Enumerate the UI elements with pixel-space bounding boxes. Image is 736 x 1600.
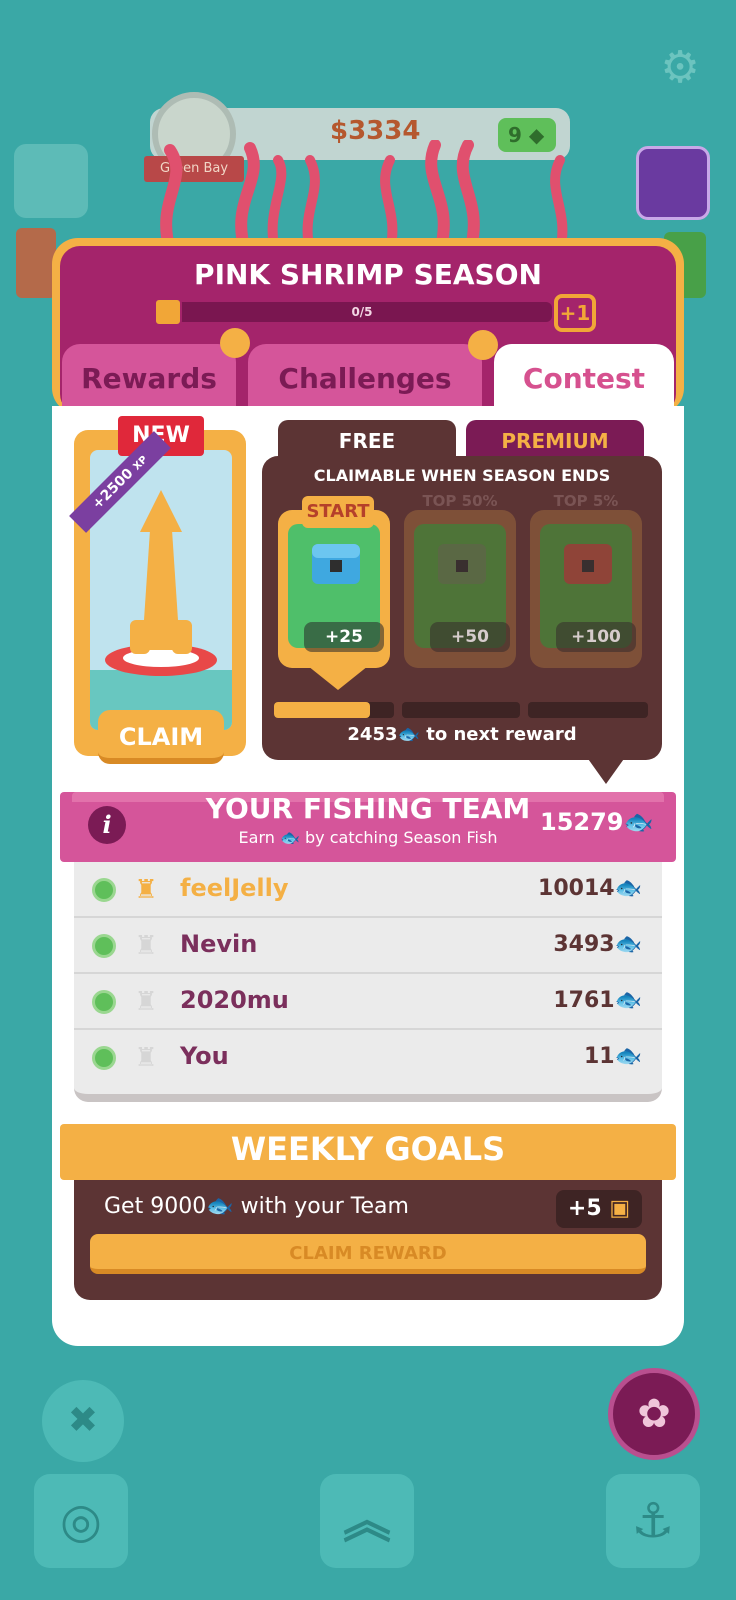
player-score-value: 11 bbox=[583, 1044, 615, 1069]
tier-label-start: START bbox=[302, 496, 374, 528]
shrimp-tentacles-decoration bbox=[160, 140, 568, 250]
tier-chest-top50[interactable]: +50 bbox=[404, 510, 516, 668]
fish-icon: 🐟 bbox=[614, 932, 642, 957]
tier-amount-top5: +100 bbox=[556, 622, 636, 652]
tier-label-top50: TOP 50% bbox=[422, 492, 498, 510]
team-total: 15279🐟 bbox=[540, 808, 653, 836]
fish-icon: 🐟 bbox=[614, 1044, 642, 1069]
tier-amount-top50: +50 bbox=[430, 622, 510, 652]
online-status-icon bbox=[92, 878, 116, 902]
chest-red-icon: +100 bbox=[540, 524, 636, 652]
season-progress-text: 0/5 bbox=[351, 305, 373, 319]
goal-description: Get 9000🐟 with your Team bbox=[104, 1194, 409, 1219]
claimable-text: CLAIMABLE WHEN SEASON ENDS bbox=[313, 466, 611, 485]
fish-icon: 🐟 bbox=[206, 1194, 234, 1219]
player-name: 2020mu bbox=[180, 986, 289, 1014]
chest-blue-icon: +25 bbox=[288, 524, 384, 652]
online-status-icon bbox=[92, 934, 116, 958]
season-title: PINK SHRIMP SEASON bbox=[194, 258, 542, 291]
fish-icon: 🐟 bbox=[623, 808, 654, 836]
next-reward-value: 2453 bbox=[347, 724, 398, 745]
online-status-icon bbox=[92, 1046, 116, 1070]
season-badge-icon[interactable]: ✿ bbox=[608, 1368, 700, 1460]
xp-unit: XP bbox=[131, 454, 150, 473]
claim-button[interactable]: CLAIM bbox=[98, 710, 224, 764]
team-row[interactable]: ♜ feelJelly 10014🐟 bbox=[74, 862, 662, 918]
player-score: 3493🐟 bbox=[553, 932, 642, 957]
season-bonus-badge: +1 bbox=[554, 294, 596, 332]
tab-rewards-notification-dot bbox=[220, 328, 250, 358]
tier-label-top5: TOP 5% bbox=[553, 492, 619, 510]
team-member-list: ♜ feelJelly 10014🐟 ♜ Nevin 3493🐟 ♜ 2020m… bbox=[74, 862, 662, 1102]
tab-challenges-notification-dot bbox=[468, 330, 498, 360]
fish-icon: 🐟 bbox=[614, 988, 642, 1013]
season-token-icon: ▣ bbox=[609, 1196, 631, 1221]
team-subtitle: Earn 🐟 by catching Season Fish bbox=[190, 828, 546, 847]
tab-rewards[interactable]: Rewards bbox=[62, 344, 236, 414]
tier-progress-fill bbox=[274, 702, 370, 718]
rank-lighthouse-icon: ♜ bbox=[134, 1043, 158, 1073]
season-token-icon bbox=[154, 298, 182, 326]
player-score: 10014🐟 bbox=[538, 876, 642, 901]
player-score-value: 10014 bbox=[538, 876, 615, 901]
rank-lighthouse-icon: ♜ bbox=[134, 931, 158, 961]
tier-progress-bar-2 bbox=[402, 702, 520, 718]
online-status-icon bbox=[92, 990, 116, 1014]
weekly-goals-title: WEEKLY GOALS bbox=[230, 1130, 506, 1168]
rank-lighthouse-icon: ♜ bbox=[134, 987, 158, 1017]
team-subtitle-prefix: Earn bbox=[238, 828, 275, 847]
player-name: You bbox=[180, 1042, 229, 1070]
tier-chest-top5[interactable]: +100 bbox=[530, 510, 642, 668]
player-score: 1761🐟 bbox=[553, 988, 642, 1013]
map-icon[interactable]: ✖ bbox=[42, 1380, 124, 1462]
team-total-value: 15279 bbox=[540, 808, 624, 836]
team-title: YOUR FISHING TEAM bbox=[205, 792, 531, 825]
team-row[interactable]: ♜ 2020mu 1761🐟 bbox=[74, 974, 662, 1030]
goal-suffix: with your Team bbox=[240, 1194, 409, 1219]
goal-reward-badge: +5 ▣ bbox=[556, 1190, 642, 1228]
captain-icon[interactable] bbox=[14, 144, 88, 218]
tier-amount-start: +25 bbox=[304, 622, 384, 652]
chest-green-icon: +50 bbox=[414, 524, 510, 652]
fish-icon: 🐟 bbox=[614, 876, 642, 901]
team-row[interactable]: ♜ You 11🐟 bbox=[74, 1030, 662, 1086]
tab-contest[interactable]: Contest bbox=[494, 344, 674, 414]
upgrade-chevrons-icon[interactable]: ︽ bbox=[320, 1474, 414, 1568]
settings-gear-icon[interactable]: ⚙ bbox=[656, 44, 704, 92]
goal-reward-value: +5 bbox=[567, 1196, 602, 1221]
player-score-value: 1761 bbox=[553, 988, 615, 1013]
compass-icon[interactable]: ◎ bbox=[34, 1474, 128, 1568]
fish-icon: 🐟 bbox=[279, 828, 300, 847]
goal-prefix: Get 9000 bbox=[104, 1194, 207, 1219]
tab-challenges[interactable]: Challenges bbox=[248, 344, 482, 414]
rank-lighthouse-icon: ♜ bbox=[134, 875, 158, 905]
player-score-value: 3493 bbox=[553, 932, 615, 957]
anchor-icon[interactable]: ⚓ bbox=[606, 1474, 700, 1568]
claim-reward-button[interactable]: CLAIM REWARD bbox=[90, 1234, 646, 1274]
player-name: feelJelly bbox=[180, 874, 289, 902]
team-row[interactable]: ♜ Nevin 3493🐟 bbox=[74, 918, 662, 974]
wizard-icon[interactable] bbox=[636, 146, 710, 220]
tier-progress-bar-3 bbox=[528, 702, 648, 718]
player-portrait[interactable] bbox=[16, 228, 56, 298]
player-score: 11🐟 bbox=[584, 1044, 642, 1069]
tier-chest-start[interactable]: +25 bbox=[278, 510, 390, 668]
next-reward-text: 2453🐟 to next reward bbox=[262, 724, 662, 745]
fish-icon: 🐟 bbox=[397, 724, 420, 745]
current-tier-pointer bbox=[308, 666, 368, 690]
player-name: Nevin bbox=[180, 930, 258, 958]
team-subtitle-suffix: by catching Season Fish bbox=[305, 828, 498, 847]
info-icon[interactable]: i bbox=[88, 806, 126, 844]
speech-pointer bbox=[586, 756, 626, 784]
next-reward-label: to next reward bbox=[426, 724, 577, 745]
